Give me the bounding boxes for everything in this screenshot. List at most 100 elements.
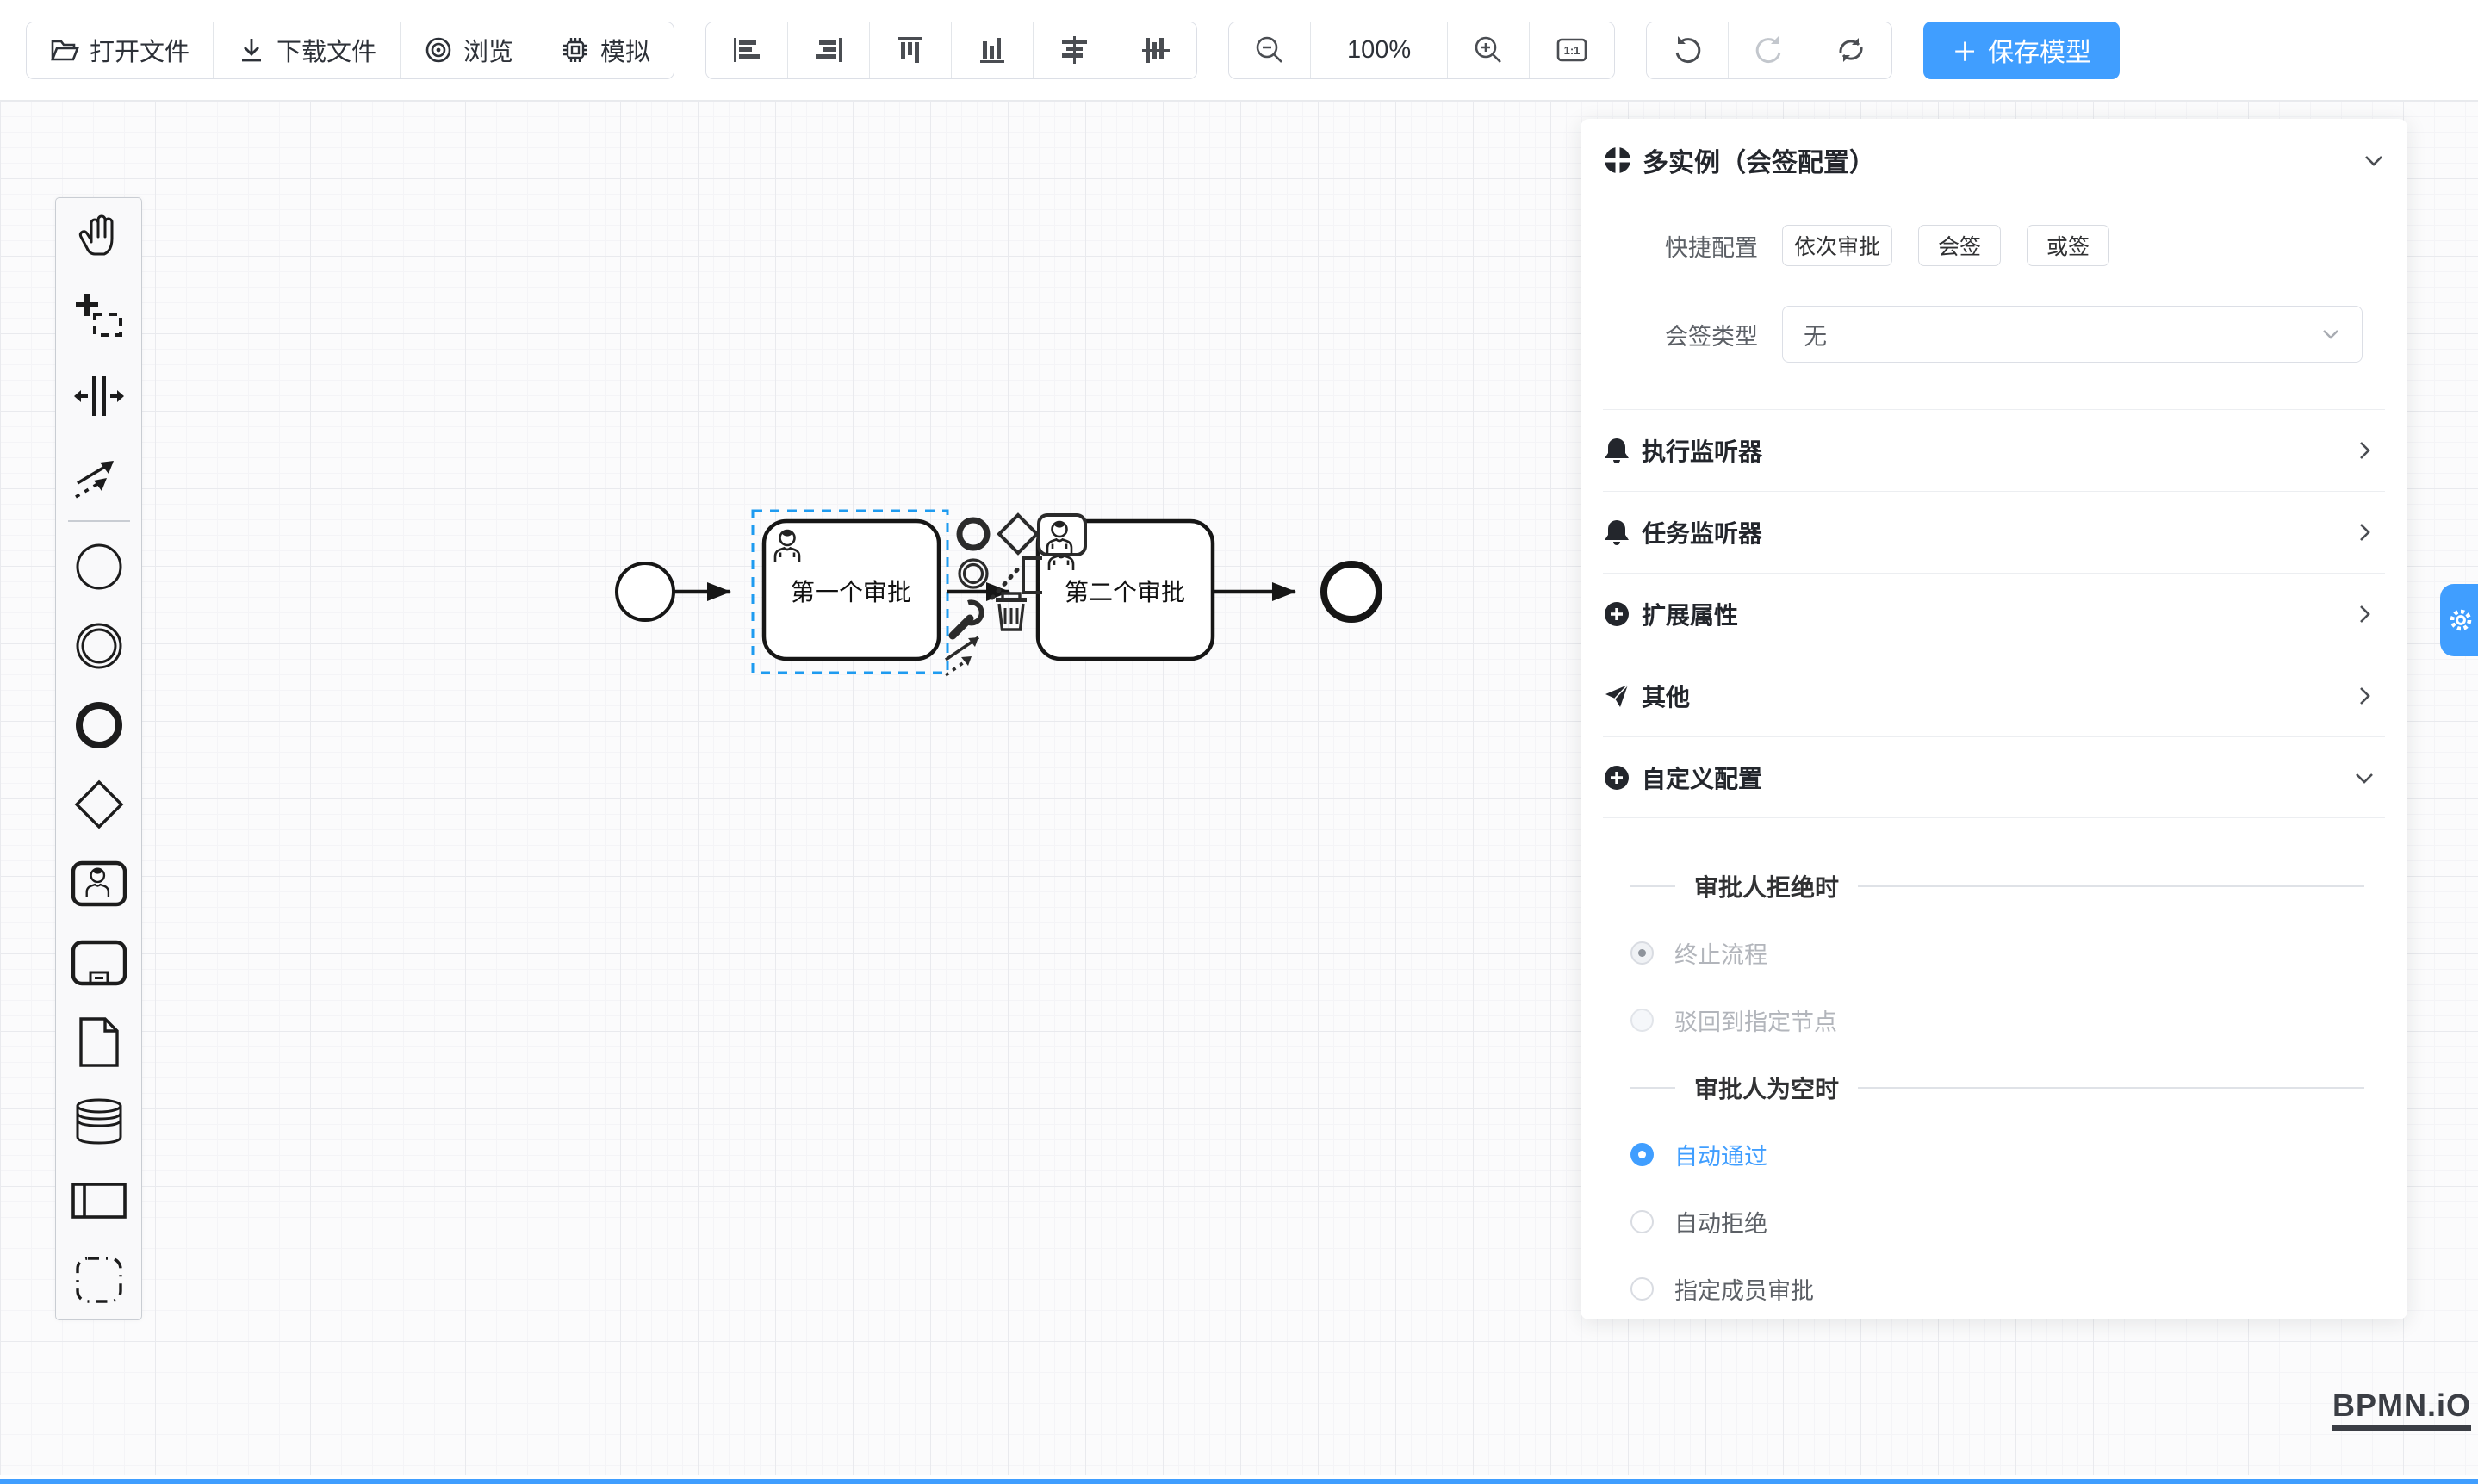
- align-left-button[interactable]: [706, 22, 788, 78]
- group-icon: [74, 1255, 124, 1305]
- radio-auto-pass[interactable]: 自动通过: [1630, 1140, 2364, 1168]
- intermediate-event-item[interactable]: [56, 606, 141, 686]
- svg-text:1:1: 1:1: [1564, 44, 1581, 57]
- refresh-button[interactable]: [1810, 22, 1891, 78]
- radio-button[interactable]: [1630, 1210, 1654, 1233]
- simulate-button[interactable]: 模拟: [537, 22, 674, 78]
- redo-button[interactable]: [1729, 22, 1810, 78]
- browse-label: 浏览: [463, 32, 513, 68]
- save-model-button[interactable]: ＋ 保存模型: [1923, 22, 2120, 79]
- send-icon: [1603, 682, 1630, 710]
- section-execution-listener[interactable]: 执行监听器: [1603, 409, 2385, 491]
- radio-designated-member[interactable]: 指定成员审批: [1630, 1275, 2364, 1302]
- undo-icon: [1672, 34, 1703, 65]
- delete-trash-icon[interactable]: [996, 593, 1027, 630]
- align-middle-vertical-button[interactable]: [1115, 22, 1196, 78]
- align-center-horizontal-icon: [1059, 34, 1090, 65]
- subprocess-icon: [71, 940, 127, 986]
- user-task-icon: [71, 860, 127, 907]
- simulate-label: 模拟: [600, 32, 650, 68]
- bpmn-io-logo: BPMN.iO: [2332, 1388, 2471, 1431]
- hand-tool[interactable]: [56, 198, 141, 277]
- align-center-horizontal-button[interactable]: [1034, 22, 1115, 78]
- redo-icon: [1754, 34, 1785, 65]
- connect-tool-icon[interactable]: [946, 637, 978, 675]
- align-top-button[interactable]: [870, 22, 952, 78]
- group-item[interactable]: [56, 1240, 141, 1319]
- bpmn-designer-app: 第一个审批 第二个审批: [0, 0, 2478, 1484]
- zoom-out-button[interactable]: [1229, 22, 1311, 78]
- task-1-label: 第一个审批: [791, 579, 911, 605]
- zoom-in-button[interactable]: [1448, 22, 1530, 78]
- start-event-icon: [72, 540, 126, 593]
- sign-type-select[interactable]: 无: [1782, 306, 2363, 363]
- quick-config-options: 依次审批 会签 或签: [1782, 225, 2109, 266]
- quick-option-orsign[interactable]: 或签: [2027, 225, 2109, 266]
- reset-zoom-button[interactable]: 1:1: [1530, 22, 1614, 78]
- participant-pool-item[interactable]: [56, 1161, 141, 1240]
- chip-icon: [561, 35, 590, 65]
- download-file-button[interactable]: 下载文件: [214, 22, 401, 78]
- top-toolbar: 打开文件 下载文件 浏览 模拟: [0, 0, 2478, 101]
- folder-open-icon: [50, 35, 79, 65]
- zoom-level-value: 100%: [1334, 36, 1424, 65]
- align-right-icon: [813, 34, 844, 65]
- align-bottom-button[interactable]: [952, 22, 1034, 78]
- zoom-controls-group: 100% 1:1: [1228, 22, 1615, 79]
- chevron-right-icon: [2354, 440, 2375, 461]
- change-type-wrench-icon[interactable]: [953, 602, 982, 636]
- append-end-event-icon[interactable]: [960, 520, 987, 548]
- section-other[interactable]: 其他: [1603, 655, 2385, 736]
- divider-line: [1858, 885, 2364, 887]
- zoom-in-icon: [1473, 34, 1504, 65]
- quick-option-countersign[interactable]: 会签: [1918, 225, 2001, 266]
- radio-button[interactable]: [1630, 941, 1654, 965]
- radio-button[interactable]: [1630, 1277, 1654, 1301]
- file-actions-group: 打开文件 下载文件 浏览 模拟: [26, 22, 674, 79]
- start-event-node[interactable]: [617, 563, 674, 620]
- radio-return-to-node[interactable]: 驳回到指定节点: [1630, 1006, 2364, 1034]
- connect-tool[interactable]: [56, 436, 141, 515]
- space-tool[interactable]: [56, 357, 141, 436]
- radio-button[interactable]: [1630, 1009, 1654, 1032]
- radio-terminate-process[interactable]: 终止流程: [1630, 939, 2364, 966]
- sign-type-label: 会签类型: [1661, 318, 1758, 351]
- quick-option-sequential[interactable]: 依次审批: [1782, 225, 1892, 266]
- align-bottom-icon: [977, 34, 1008, 65]
- lasso-tool[interactable]: [56, 277, 141, 357]
- undo-button[interactable]: [1647, 22, 1729, 78]
- radio-auto-reject[interactable]: 自动拒绝: [1630, 1208, 2364, 1235]
- bell-icon: [1603, 518, 1630, 546]
- data-store-item[interactable]: [56, 1082, 141, 1161]
- gateway-item[interactable]: [56, 765, 141, 844]
- open-file-button[interactable]: 打开文件: [27, 22, 214, 78]
- bell-icon: [1603, 437, 1630, 464]
- end-event-icon: [72, 699, 126, 752]
- radio-button[interactable]: [1630, 1143, 1654, 1166]
- properties-panel: 多实例（会签配置） 快捷配置 依次审批 会签 或签 会签类型 无: [1581, 119, 2407, 1319]
- panel-header[interactable]: 多实例（会签配置）: [1603, 119, 2385, 202]
- plus-circle-icon: [1603, 764, 1630, 792]
- section-task-listener[interactable]: 任务监听器: [1603, 491, 2385, 573]
- chevron-down-icon: [2354, 767, 2375, 788]
- start-event-item[interactable]: [56, 527, 141, 606]
- end-event-item[interactable]: [56, 686, 141, 765]
- subprocess-item[interactable]: [56, 923, 141, 1003]
- browse-button[interactable]: 浏览: [401, 22, 537, 78]
- align-right-button[interactable]: [788, 22, 870, 78]
- section-extended-properties[interactable]: 扩展属性: [1603, 573, 2385, 655]
- section-custom-config[interactable]: 自定义配置: [1603, 736, 2385, 818]
- task-1-node[interactable]: 第一个审批: [764, 521, 939, 659]
- zoom-out-icon: [1254, 34, 1285, 65]
- append-gateway-icon[interactable]: [999, 515, 1037, 553]
- end-event-node[interactable]: [1324, 564, 1379, 619]
- save-model-label: 保存模型: [1988, 31, 2091, 69]
- user-task-item[interactable]: [56, 844, 141, 923]
- align-actions-group: [705, 22, 1197, 79]
- chevron-down-icon[interactable]: [2363, 149, 2385, 171]
- connect-icon: [72, 449, 126, 502]
- data-object-item[interactable]: [56, 1003, 141, 1082]
- append-user-task-icon[interactable]: [1039, 515, 1085, 555]
- download-icon: [237, 35, 266, 65]
- settings-tab[interactable]: [2440, 584, 2478, 656]
